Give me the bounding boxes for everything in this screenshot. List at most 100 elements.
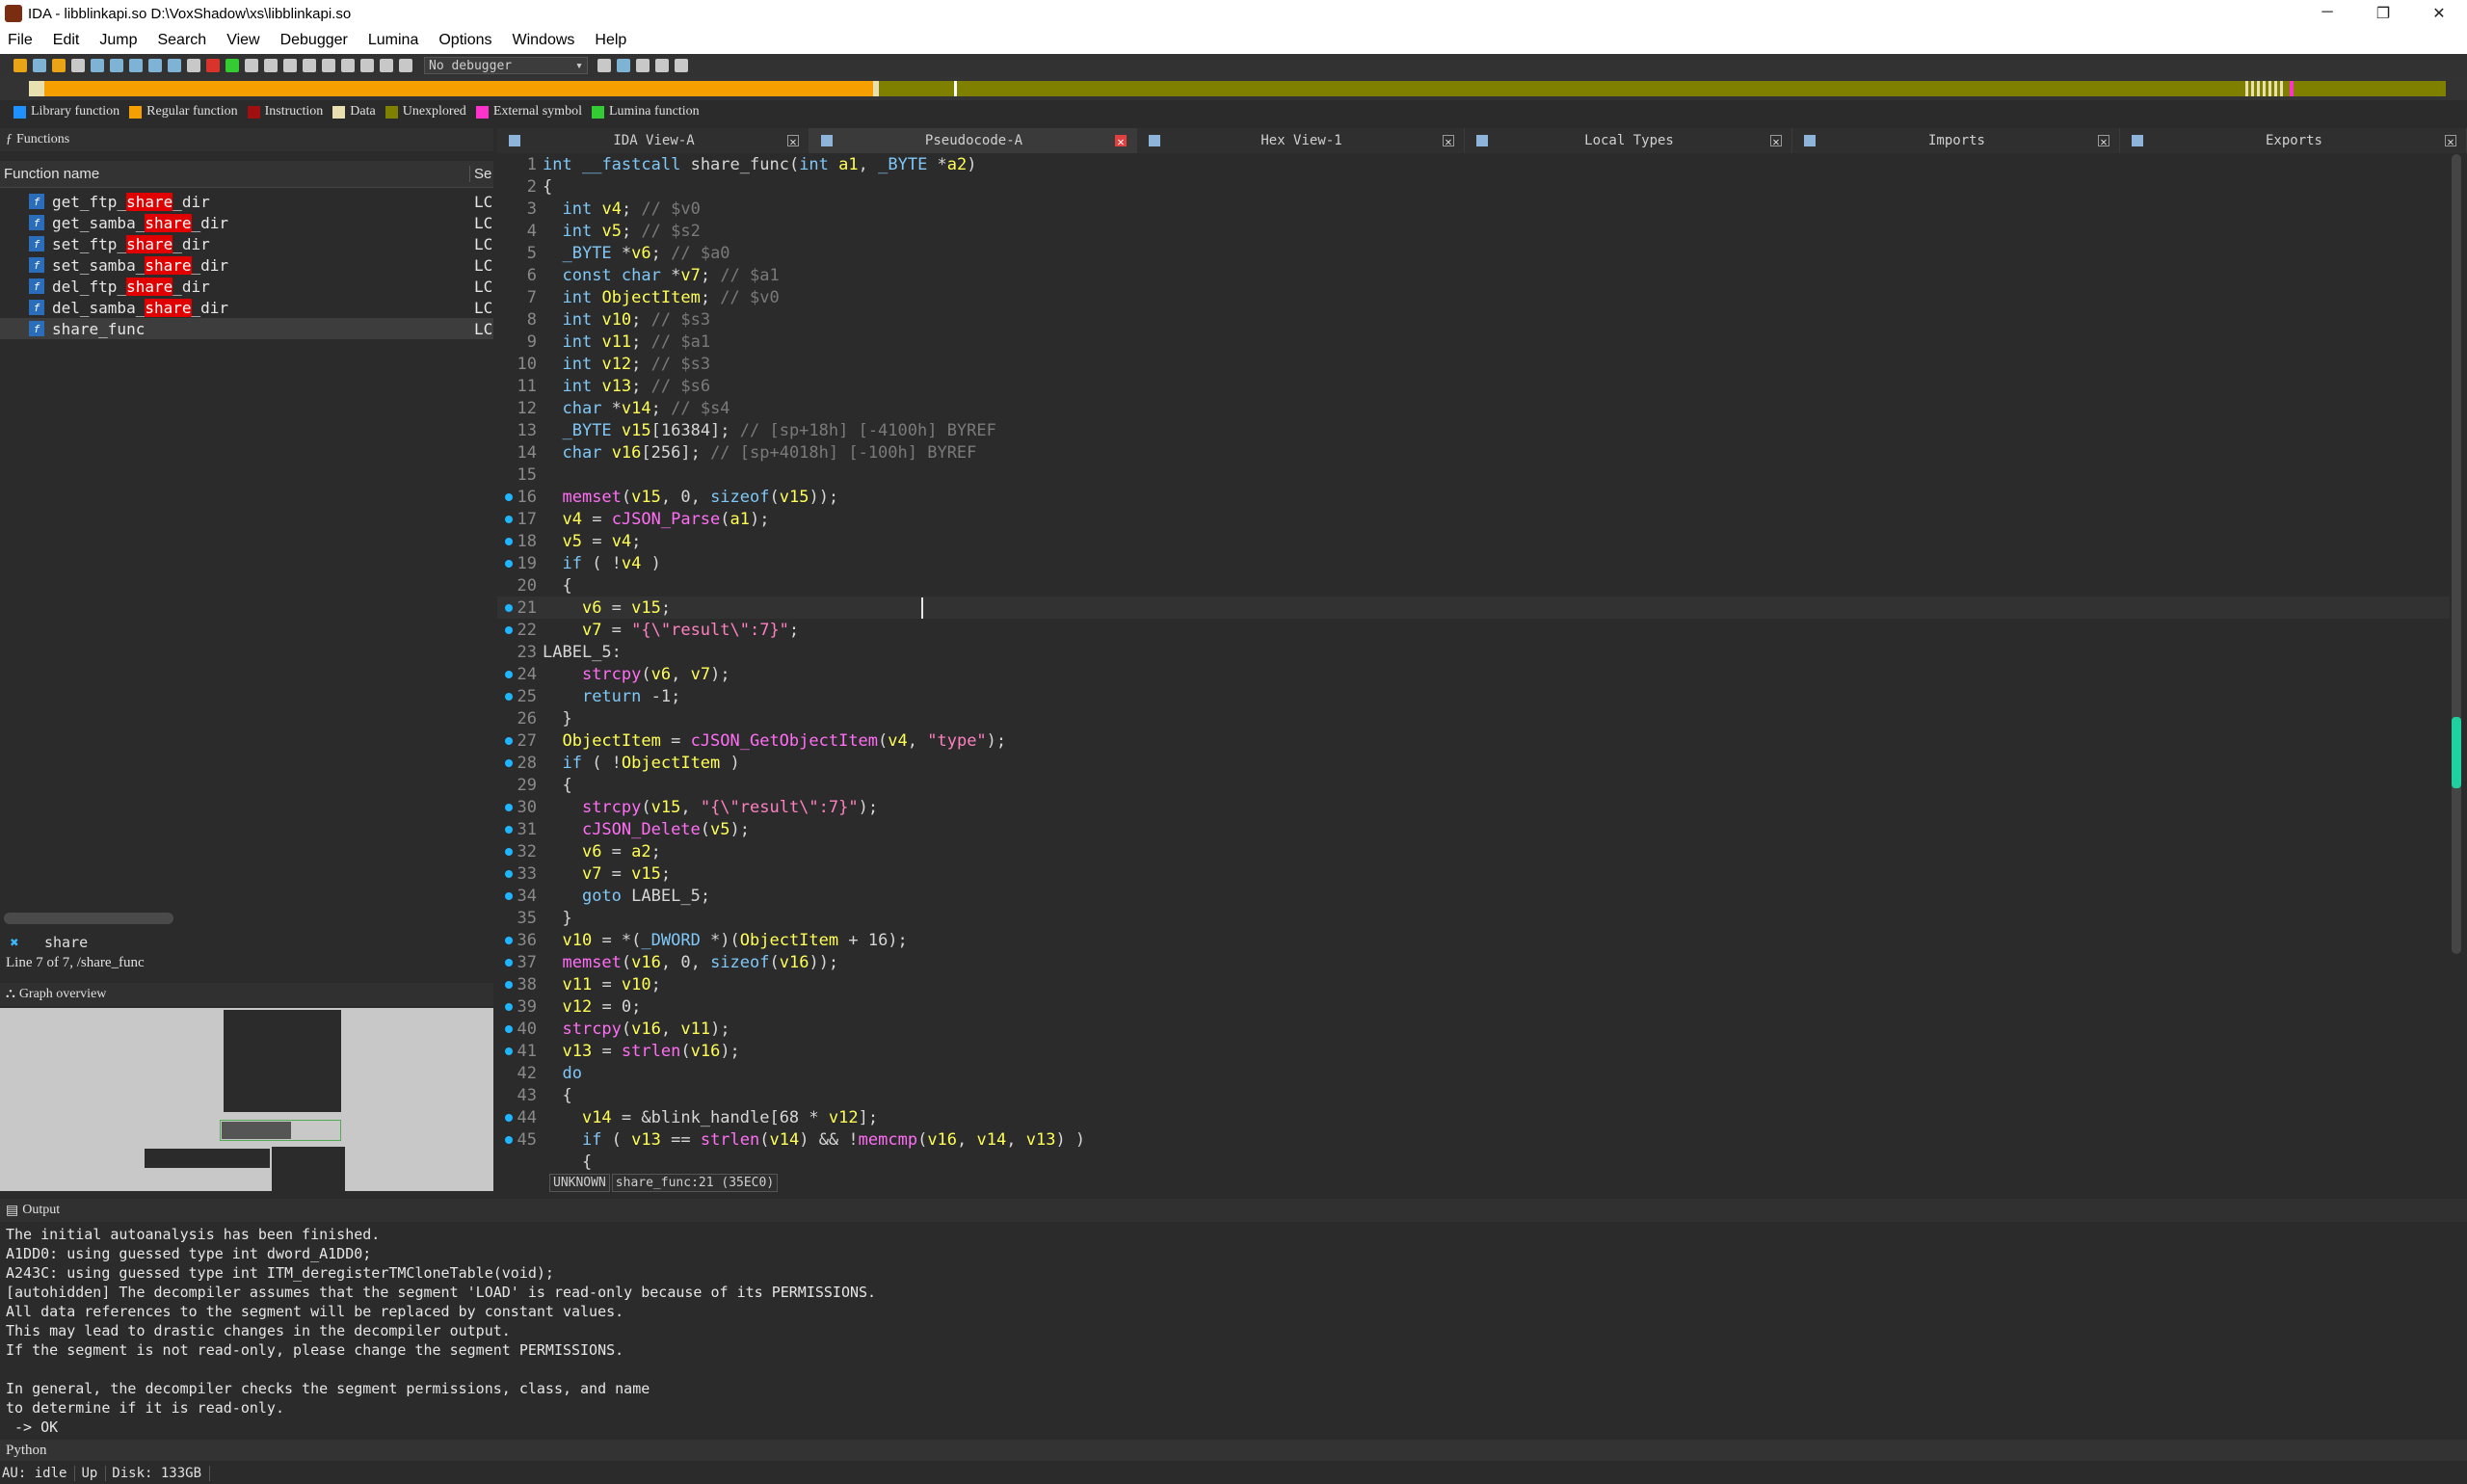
menu-file[interactable]: File xyxy=(8,32,33,49)
text-icon[interactable] xyxy=(187,59,200,72)
column-segment[interactable]: Se xyxy=(470,166,491,182)
code-line[interactable]: 37 memset(v16, 0, sizeof(v16)); xyxy=(497,951,2450,973)
code-line[interactable]: 5 _BYTE *v6; // $a0 xyxy=(497,242,2450,264)
menu-debugger[interactable]: Debugger xyxy=(280,32,348,49)
stop-square-icon[interactable] xyxy=(399,59,412,72)
code-line[interactable]: 14 char v16[256]; // [sp+4018h] [-100h] … xyxy=(497,441,2450,464)
breakpoint-dot-icon[interactable] xyxy=(505,1136,513,1144)
tab-exports[interactable]: Exports ✕ xyxy=(2120,128,2467,153)
breakpoint-dot-icon[interactable] xyxy=(505,826,513,834)
python-input[interactable]: Python xyxy=(0,1440,2467,1461)
code-line[interactable]: 13 _BYTE v15[16384]; // [sp+18h] [-4100h… xyxy=(497,419,2450,441)
functions-horizontal-scrollbar[interactable] xyxy=(4,913,173,924)
pseudocode-view[interactable]: 1 int __fastcall share_func(int a1, _BYTE… xyxy=(497,153,2450,1171)
code-line[interactable]: 34 goto LABEL_5; xyxy=(497,885,2450,907)
menu-edit[interactable]: Edit xyxy=(53,32,80,49)
data-icon[interactable] xyxy=(110,59,123,72)
breakpoint-dot-icon[interactable] xyxy=(505,604,513,612)
code-line[interactable]: 4 int v5; // $s2 xyxy=(497,220,2450,242)
play-icon[interactable] xyxy=(360,59,374,72)
maximize-button[interactable]: ❐ xyxy=(2355,4,2411,23)
column-function-name[interactable]: Function name xyxy=(0,166,470,182)
forward-icon[interactable] xyxy=(71,59,85,72)
code-line[interactable]: 27 ObjectItem = cJSON_GetObjectItem(v4, … xyxy=(497,729,2450,752)
code-line[interactable]: 12 char *v14; // $s4 xyxy=(497,397,2450,419)
debug-icon-2[interactable] xyxy=(617,59,630,72)
code-line[interactable]: 24 strcpy(v6, v7); xyxy=(497,663,2450,685)
strlit-icon[interactable] xyxy=(129,59,143,72)
tab-ida-view-a[interactable]: IDA View-A ✕ xyxy=(497,128,809,153)
debugger-select[interactable]: No debugger ▾ xyxy=(424,57,588,74)
code-line[interactable]: 18 v5 = v4; xyxy=(497,530,2450,552)
breakpoint-dot-icon[interactable] xyxy=(505,848,513,856)
breakpoint-dot-icon[interactable] xyxy=(505,937,513,944)
nav-icon-4[interactable] xyxy=(303,59,316,72)
breakpoint-dot-icon[interactable] xyxy=(505,560,513,568)
code-line[interactable]: 21 v6 = v15; xyxy=(497,596,2450,619)
debug-icon-5[interactable] xyxy=(675,59,688,72)
code-line[interactable]: 35 } xyxy=(497,907,2450,929)
breakpoint-dot-icon[interactable] xyxy=(505,1025,513,1033)
close-tab-icon[interactable]: ✕ xyxy=(1770,135,1782,147)
tab-imports[interactable]: Imports ✕ xyxy=(1792,128,2120,153)
code-line[interactable]: 44 v14 = &blink_handle[68 * v12]; xyxy=(497,1106,2450,1128)
function-row[interactable]: f set_ftp_ share _dir LC xyxy=(0,233,493,254)
undefine-icon[interactable] xyxy=(168,59,181,72)
menu-lumina[interactable]: Lumina xyxy=(368,32,418,49)
code-line[interactable]: 7 int ObjectItem; // $v0 xyxy=(497,286,2450,308)
function-row[interactable]: f del_ftp_ share _dir LC xyxy=(0,276,493,297)
code-line[interactable]: { xyxy=(497,1151,2450,1172)
debug-icon-4[interactable] xyxy=(655,59,669,72)
function-row[interactable]: f get_ftp_ share _dir LC xyxy=(0,191,493,212)
code-line[interactable]: 39 v12 = 0; xyxy=(497,995,2450,1018)
code-line[interactable]: 1 int __fastcall share_func(int a1, _BYTE… xyxy=(497,153,2450,175)
save-icon[interactable] xyxy=(33,59,46,72)
code-line[interactable]: 33 v7 = v15; xyxy=(497,862,2450,885)
code-line[interactable]: 2{ xyxy=(497,175,2450,198)
breakpoint-dot-icon[interactable] xyxy=(505,693,513,701)
menu-options[interactable]: Options xyxy=(438,32,491,49)
code-line[interactable]: 6 const char *v7; // $a1 xyxy=(497,264,2450,286)
code-line[interactable]: 26 } xyxy=(497,707,2450,729)
code-line[interactable]: 19 if ( !v4 ) xyxy=(497,552,2450,574)
close-tab-icon[interactable]: ✕ xyxy=(1443,135,1454,147)
minimize-button[interactable]: ─ xyxy=(2299,4,2355,23)
breakpoint-dot-icon[interactable] xyxy=(505,870,513,878)
breakpoint-dot-icon[interactable] xyxy=(505,892,513,900)
code-line[interactable]: 45 if ( v13 == strlen(v14) && !memcmp(v1… xyxy=(497,1128,2450,1151)
stop-icon[interactable] xyxy=(206,59,220,72)
breakpoint-dot-icon[interactable] xyxy=(505,538,513,545)
code-line[interactable]: 40 strcpy(v16, v11); xyxy=(497,1018,2450,1040)
close-tab-icon[interactable]: ✕ xyxy=(2098,135,2109,147)
code-line[interactable]: 11 int v13; // $s6 xyxy=(497,375,2450,397)
menu-jump[interactable]: Jump xyxy=(99,32,137,49)
close-tab-icon[interactable]: ✕ xyxy=(1115,135,1127,147)
menu-view[interactable]: View xyxy=(226,32,259,49)
nav-icon-3[interactable] xyxy=(283,59,297,72)
code-line[interactable]: 20 { xyxy=(497,574,2450,596)
array-icon[interactable] xyxy=(148,59,162,72)
function-row[interactable]: f del_samba_ share _dir LC xyxy=(0,297,493,318)
code-line[interactable]: 25 return -1; xyxy=(497,685,2450,707)
nav-icon-5[interactable] xyxy=(322,59,335,72)
tab-hex-view-1[interactable]: Hex View-1 ✕ xyxy=(1137,128,1465,153)
function-row-selected[interactable]: f share_func LC xyxy=(0,318,493,339)
breakpoint-dot-icon[interactable] xyxy=(505,493,513,501)
tab-local-types[interactable]: Local Types ✕ xyxy=(1465,128,1792,153)
menu-search[interactable]: Search xyxy=(157,32,206,49)
clear-filter-icon[interactable]: ✖ xyxy=(0,934,29,951)
breakpoint-dot-icon[interactable] xyxy=(505,737,513,745)
back-icon[interactable] xyxy=(52,59,66,72)
graph-overview[interactable] xyxy=(0,1008,493,1191)
navigation-bar[interactable] xyxy=(29,81,2446,96)
breakpoint-dot-icon[interactable] xyxy=(505,804,513,811)
code-line[interactable]: 31 cJSON_Delete(v5); xyxy=(497,818,2450,840)
menu-windows[interactable]: Windows xyxy=(512,32,574,49)
function-row[interactable]: f get_samba_ share _dir LC xyxy=(0,212,493,233)
nav-icon-1[interactable] xyxy=(245,59,258,72)
breakpoint-dot-icon[interactable] xyxy=(505,516,513,523)
menu-help[interactable]: Help xyxy=(595,32,626,49)
code-line[interactable]: 9 int v11; // $a1 xyxy=(497,331,2450,353)
breakpoint-dot-icon[interactable] xyxy=(505,981,513,989)
code-line[interactable]: 43 { xyxy=(497,1084,2450,1106)
